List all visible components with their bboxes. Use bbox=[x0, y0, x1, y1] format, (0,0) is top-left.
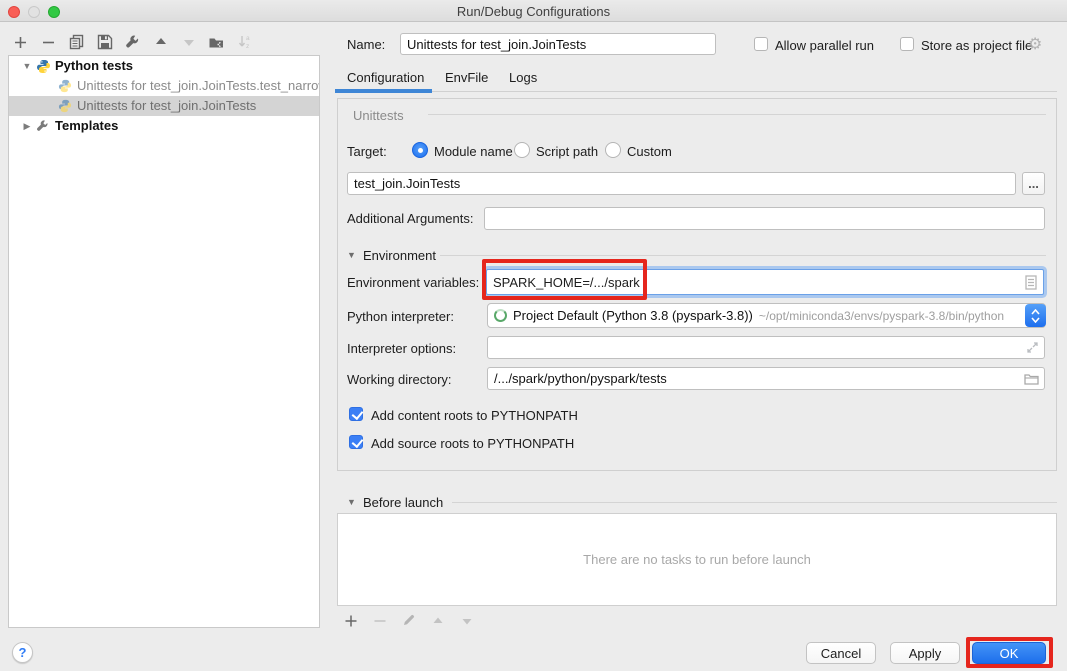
before-launch-header[interactable]: Before launch bbox=[363, 495, 443, 510]
tab-envfile[interactable]: EnvFile bbox=[445, 70, 488, 85]
python-test-icon bbox=[57, 98, 73, 114]
target-script-path-label[interactable]: Script path bbox=[536, 144, 598, 159]
chevron-right-icon[interactable]: ▶ bbox=[19, 118, 35, 134]
browse-environment-variables-icon[interactable] bbox=[1025, 275, 1037, 293]
additional-arguments-label: Additional Arguments: bbox=[347, 211, 473, 226]
before-launch-toolbar bbox=[342, 612, 475, 629]
move-down-icon bbox=[180, 34, 197, 51]
tree-item-label: Unittests for test_join.JoinTests bbox=[73, 96, 256, 116]
python-interpreter-dropdown-icon[interactable] bbox=[1025, 304, 1046, 327]
name-label: Name: bbox=[347, 37, 385, 52]
python-interpreter-label: Python interpreter: bbox=[347, 309, 454, 324]
new-folder-icon[interactable] bbox=[208, 34, 225, 51]
name-input-value: Unittests for test_join.JoinTests bbox=[407, 37, 586, 52]
sort-alphabetically-icon: az bbox=[236, 34, 253, 51]
python-interpreter-path: ~/opt/miniconda3/envs/pyspark-3.8/bin/py… bbox=[759, 309, 1004, 323]
environment-variables-label: Environment variables: bbox=[347, 275, 479, 290]
interpreter-options-input[interactable] bbox=[487, 336, 1045, 359]
annotation-environment-variables bbox=[482, 259, 647, 300]
apply-button[interactable]: Apply bbox=[890, 642, 960, 664]
annotation-ok-button bbox=[966, 637, 1053, 668]
before-launch-header-line bbox=[452, 502, 1057, 503]
store-as-project-file-checkbox[interactable] bbox=[900, 37, 914, 51]
target-module-name-label[interactable]: Module name bbox=[434, 144, 513, 159]
tab-logs[interactable]: Logs bbox=[509, 70, 537, 85]
target-module-name-radio[interactable] bbox=[412, 142, 428, 158]
module-name-input[interactable]: test_join.JoinTests bbox=[347, 172, 1016, 195]
tree-item-unittests-jointests-selected[interactable]: Unittests for test_join.JoinTests bbox=[9, 96, 319, 116]
active-tab-indicator bbox=[335, 89, 432, 93]
name-input[interactable]: Unittests for test_join.JoinTests bbox=[400, 33, 716, 55]
configurations-tree: ▼ Python tests Unittests for test_join.J… bbox=[8, 55, 320, 628]
remove-configuration-icon[interactable] bbox=[40, 34, 57, 51]
edit-task-pencil-icon bbox=[400, 612, 417, 629]
svg-text:a: a bbox=[246, 35, 250, 42]
python-icon bbox=[35, 58, 51, 74]
add-task-icon[interactable] bbox=[342, 612, 359, 629]
tree-item-label: Templates bbox=[51, 116, 118, 136]
python-interpreter-select[interactable]: Project Default (Python 3.8 (pyspark-3.8… bbox=[487, 303, 1046, 328]
working-directory-label: Working directory: bbox=[347, 372, 452, 387]
target-custom-radio[interactable] bbox=[605, 142, 621, 158]
edit-templates-wrench-icon[interactable] bbox=[124, 34, 141, 51]
target-custom-label[interactable]: Custom bbox=[627, 144, 672, 159]
group-title-line bbox=[428, 114, 1046, 115]
before-launch-task-list[interactable]: There are no tasks to run before launch bbox=[337, 513, 1057, 606]
help-question-icon: ? bbox=[19, 645, 27, 660]
allow-parallel-run-label: Allow parallel run bbox=[775, 38, 874, 53]
move-task-down-icon bbox=[458, 612, 475, 629]
environment-header-line bbox=[440, 255, 1046, 256]
folder-icon[interactable] bbox=[1024, 373, 1039, 388]
remove-task-icon bbox=[371, 612, 388, 629]
interpreter-options-label: Interpreter options: bbox=[347, 341, 456, 356]
tree-item-unittests-test-narrow[interactable]: Unittests for test_join.JoinTests.test_n… bbox=[9, 76, 319, 96]
apply-button-label: Apply bbox=[909, 646, 942, 661]
save-configuration-icon[interactable] bbox=[96, 34, 113, 51]
working-directory-input[interactable]: /.../spark/python/pyspark/tests bbox=[487, 367, 1045, 390]
wrench-icon bbox=[35, 118, 51, 134]
python-interpreter-value: Project Default (Python 3.8 (pyspark-3.8… bbox=[513, 308, 753, 323]
working-directory-value: /.../spark/python/pyspark/tests bbox=[494, 371, 667, 386]
move-up-icon[interactable] bbox=[152, 34, 169, 51]
move-task-up-icon bbox=[429, 612, 446, 629]
module-name-value: test_join.JoinTests bbox=[354, 176, 460, 191]
unittests-group-title: Unittests bbox=[353, 108, 404, 123]
configurations-toolbar: az bbox=[12, 32, 253, 52]
add-source-roots-checkbox[interactable] bbox=[349, 435, 363, 449]
conda-env-icon bbox=[494, 309, 507, 322]
store-as-project-file-label: Store as project file bbox=[921, 38, 1032, 53]
help-button[interactable]: ? bbox=[12, 642, 33, 663]
environment-collapse-icon[interactable]: ▼ bbox=[347, 250, 356, 260]
title-bar: Run/Debug Configurations bbox=[0, 0, 1067, 22]
cancel-button-label: Cancel bbox=[821, 646, 861, 661]
add-configuration-icon[interactable] bbox=[12, 34, 29, 51]
environment-section-header[interactable]: Environment bbox=[363, 248, 436, 263]
target-script-path-radio[interactable] bbox=[514, 142, 530, 158]
add-content-roots-checkbox[interactable] bbox=[349, 407, 363, 421]
add-content-roots-label: Add content roots to PYTHONPATH bbox=[371, 408, 578, 423]
gear-icon[interactable]: ⚙ bbox=[1028, 34, 1042, 54]
chevron-down-icon[interactable]: ▼ bbox=[19, 58, 35, 74]
svg-text:z: z bbox=[246, 43, 249, 50]
tree-item-label: Python tests bbox=[51, 56, 133, 76]
cancel-button[interactable]: Cancel bbox=[806, 642, 876, 664]
expand-field-icon[interactable] bbox=[1026, 341, 1039, 357]
browse-module-button[interactable]: ... bbox=[1022, 172, 1045, 195]
copy-configuration-icon[interactable] bbox=[68, 34, 85, 51]
tab-divider bbox=[432, 91, 1057, 92]
tab-configuration[interactable]: Configuration bbox=[347, 70, 424, 85]
run-debug-configurations-dialog: Run/Debug Configurations az ▼ Python tes bbox=[0, 0, 1067, 671]
before-launch-empty-text: There are no tasks to run before launch bbox=[583, 552, 811, 567]
window-title: Run/Debug Configurations bbox=[0, 4, 1067, 19]
browse-module-label: ... bbox=[1028, 176, 1039, 191]
tree-item-python-tests[interactable]: ▼ Python tests bbox=[9, 56, 319, 76]
additional-arguments-input[interactable] bbox=[484, 207, 1045, 230]
tree-item-label: Unittests for test_join.JoinTests.test_n… bbox=[73, 76, 320, 96]
python-test-icon bbox=[57, 78, 73, 94]
add-source-roots-label: Add source roots to PYTHONPATH bbox=[371, 436, 574, 451]
before-launch-collapse-icon[interactable]: ▼ bbox=[347, 497, 356, 507]
tree-item-templates[interactable]: ▶ Templates bbox=[9, 116, 319, 136]
target-label: Target: bbox=[347, 144, 387, 159]
allow-parallel-run-checkbox[interactable] bbox=[754, 37, 768, 51]
